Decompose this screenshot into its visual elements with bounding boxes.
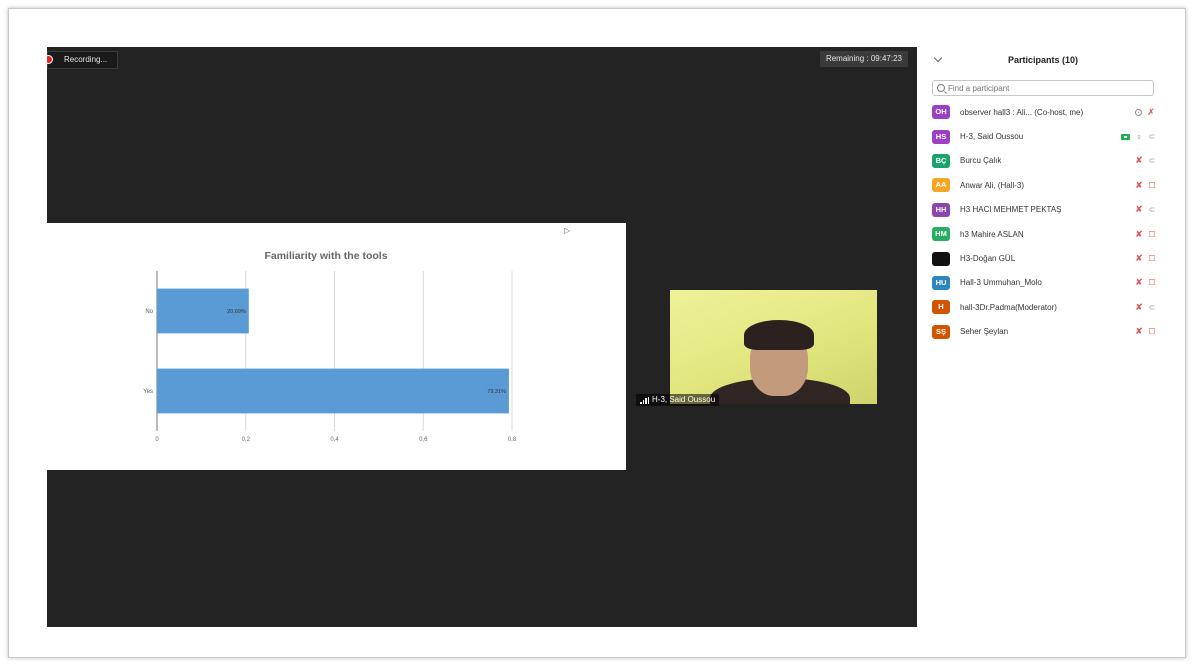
search-icon	[937, 84, 945, 92]
participant-status-icons: ✘ ☐	[1134, 246, 1156, 270]
remaining-time: Remaining : 09:47:23	[819, 51, 908, 67]
spotlight-icon[interactable]	[1135, 108, 1142, 116]
participant-name: Seher Şeylan	[960, 327, 1009, 337]
video-tile-name: H-3, Said Oussou	[652, 395, 716, 404]
video-tile-label: H-3, Said Oussou	[636, 394, 720, 406]
participant-status-icons: ✘ ⊂	[1134, 198, 1156, 222]
recording-label: Recording...	[64, 55, 108, 64]
camera-icon[interactable]: ⊂	[1148, 205, 1156, 214]
mic-icon[interactable]: ♀	[1134, 132, 1144, 142]
participant-status-icons: ✘ ☐	[1134, 173, 1156, 197]
participant-status-icons: ♀ ⊂	[1121, 124, 1156, 148]
avatar: HS	[932, 129, 950, 144]
participant-row[interactable]: H3-Doğan GÜL ✘ ☐	[930, 246, 1156, 270]
bar-yes	[157, 368, 509, 414]
recording-indicator[interactable]: Recording...	[47, 51, 119, 69]
participant-name: Hall-3 Ummuhan_Molo	[960, 278, 1042, 288]
data-label: 79,31%	[487, 389, 506, 395]
video-on-icon[interactable]	[1121, 133, 1130, 140]
participant-status-icons: ✘ ☐	[1134, 222, 1156, 246]
avatar: OH	[932, 105, 950, 120]
cursor-icon: ▷	[564, 226, 571, 235]
participant-row[interactable]: SŞ Seher Şeylan ✘ ☐	[930, 320, 1156, 344]
participant-name: Anwar Ali, (Hall-3)	[960, 180, 1025, 190]
avatar: AA	[932, 178, 950, 193]
bar-chart: Familiarity with the tools 0 0,2 0,4 0,6 0,8…	[143, 250, 517, 443]
category-label: No	[145, 309, 153, 315]
avatar: HM	[932, 227, 950, 242]
participant-name: h3 Mahire ASLAN	[960, 229, 1024, 239]
video-off-icon[interactable]: ☐	[1148, 278, 1156, 287]
participant-name: H3-Doğan GÜL	[960, 254, 1016, 264]
participant-search-input[interactable]	[945, 83, 1138, 93]
mic-muted-icon[interactable]: ✘	[1134, 302, 1144, 313]
mic-muted-icon[interactable]: ✗	[1146, 107, 1156, 118]
video-off-icon[interactable]: ☐	[1148, 254, 1156, 263]
participant-status-icons: ✘ ⊂	[1134, 149, 1156, 173]
participant-name: Burcu Çalık	[960, 156, 1002, 166]
participant-row[interactable]: OH observer hall3 : Ali... (Co-host, me) ✗	[930, 100, 1156, 124]
avatar: H	[932, 300, 950, 315]
signal-strength-icon	[640, 396, 649, 404]
avatar: BÇ	[932, 153, 950, 168]
participants-header: Participants (10)	[930, 47, 1156, 73]
mic-muted-icon[interactable]: ✘	[1134, 326, 1144, 337]
participant-row[interactable]: HU Hall-3 Ummuhan_Molo ✘ ☐	[930, 271, 1156, 295]
x-tick-label: 0,6	[419, 437, 428, 443]
video-off-icon[interactable]: ☐	[1148, 181, 1156, 190]
participant-row[interactable]: BÇ Burcu Çalık ✘ ⊂	[930, 149, 1156, 173]
mic-muted-icon[interactable]: ✘	[1134, 180, 1144, 191]
participant-video[interactable]	[670, 290, 877, 404]
meeting-stage: Recording... Remaining : 09:47:23 ▷ Fami…	[47, 47, 917, 627]
participant-name: observer hall3 : Ali... (Co-host, me)	[960, 107, 1084, 117]
camera-icon[interactable]: ⊂	[1148, 303, 1156, 312]
participant-row[interactable]: Hhall-3Dr.Padma(Moderator) ✘ ⊂	[930, 295, 1156, 319]
x-tick-label: 0,8	[508, 437, 517, 443]
participant-row[interactable]: AA Anwar Ali, (Hall-3) ✘ ☐	[930, 173, 1156, 197]
mic-muted-icon[interactable]: ✘	[1134, 229, 1144, 240]
record-icon	[47, 55, 53, 64]
person-hair	[744, 320, 814, 350]
avatar	[932, 251, 950, 266]
participant-status-icons: ✘ ☐	[1134, 320, 1156, 344]
x-tick-label: 0	[155, 437, 159, 443]
avatar: SŞ	[932, 324, 950, 339]
x-tick-label: 0,4	[330, 437, 339, 443]
x-tick-label: 0,2	[242, 437, 251, 443]
participant-status-icons: ✗	[1135, 100, 1156, 124]
shared-screen-slide: ▷ Familiarity with the tools 0 0,2 0,4 0,6 0…	[47, 223, 626, 470]
participant-name: H3 HACI MEHMET PEKTAŞ	[960, 205, 1062, 215]
mic-muted-icon[interactable]: ✘	[1134, 155, 1144, 166]
avatar: HU	[932, 275, 950, 290]
participants-panel: Participants (10) OH observer hall3 : Ali…	[930, 47, 1156, 627]
camera-icon[interactable]: ⊂	[1148, 156, 1156, 165]
participant-status-icons: ✘ ⊂	[1134, 295, 1156, 319]
camera-icon[interactable]: ⊂	[1148, 132, 1156, 141]
participant-status-icons: ✘ ☐	[1134, 271, 1156, 295]
mic-muted-icon[interactable]: ✘	[1134, 204, 1144, 215]
video-off-icon[interactable]: ☐	[1148, 230, 1156, 239]
video-off-icon[interactable]: ☐	[1148, 327, 1156, 336]
participant-row[interactable]: HS H-3, Said Oussou ♀ ⊂	[930, 124, 1156, 148]
chart-title: Familiarity with the tools	[264, 250, 387, 262]
participant-name: hall-3Dr.Padma(Moderator)	[960, 302, 1057, 312]
chevron-down-icon[interactable]	[933, 53, 943, 63]
category-label: Yes	[143, 389, 153, 395]
participant-name: H-3, Said Oussou	[960, 132, 1024, 142]
participant-search[interactable]	[932, 80, 1154, 96]
avatar: HH	[932, 202, 950, 217]
participant-list: OH observer hall3 : Ali... (Co-host, me) ✗…	[930, 100, 1156, 344]
participant-row[interactable]: HH H3 HACI MEHMET PEKTAŞ ✘ ⊂	[930, 198, 1156, 222]
mic-muted-icon[interactable]: ✘	[1134, 253, 1144, 264]
mic-muted-icon[interactable]: ✘	[1134, 277, 1144, 288]
participants-title: Participants (10)	[1007, 55, 1079, 65]
data-label: 20,69%	[227, 309, 246, 315]
participant-row[interactable]: HM h3 Mahire ASLAN ✘ ☐	[930, 222, 1156, 246]
